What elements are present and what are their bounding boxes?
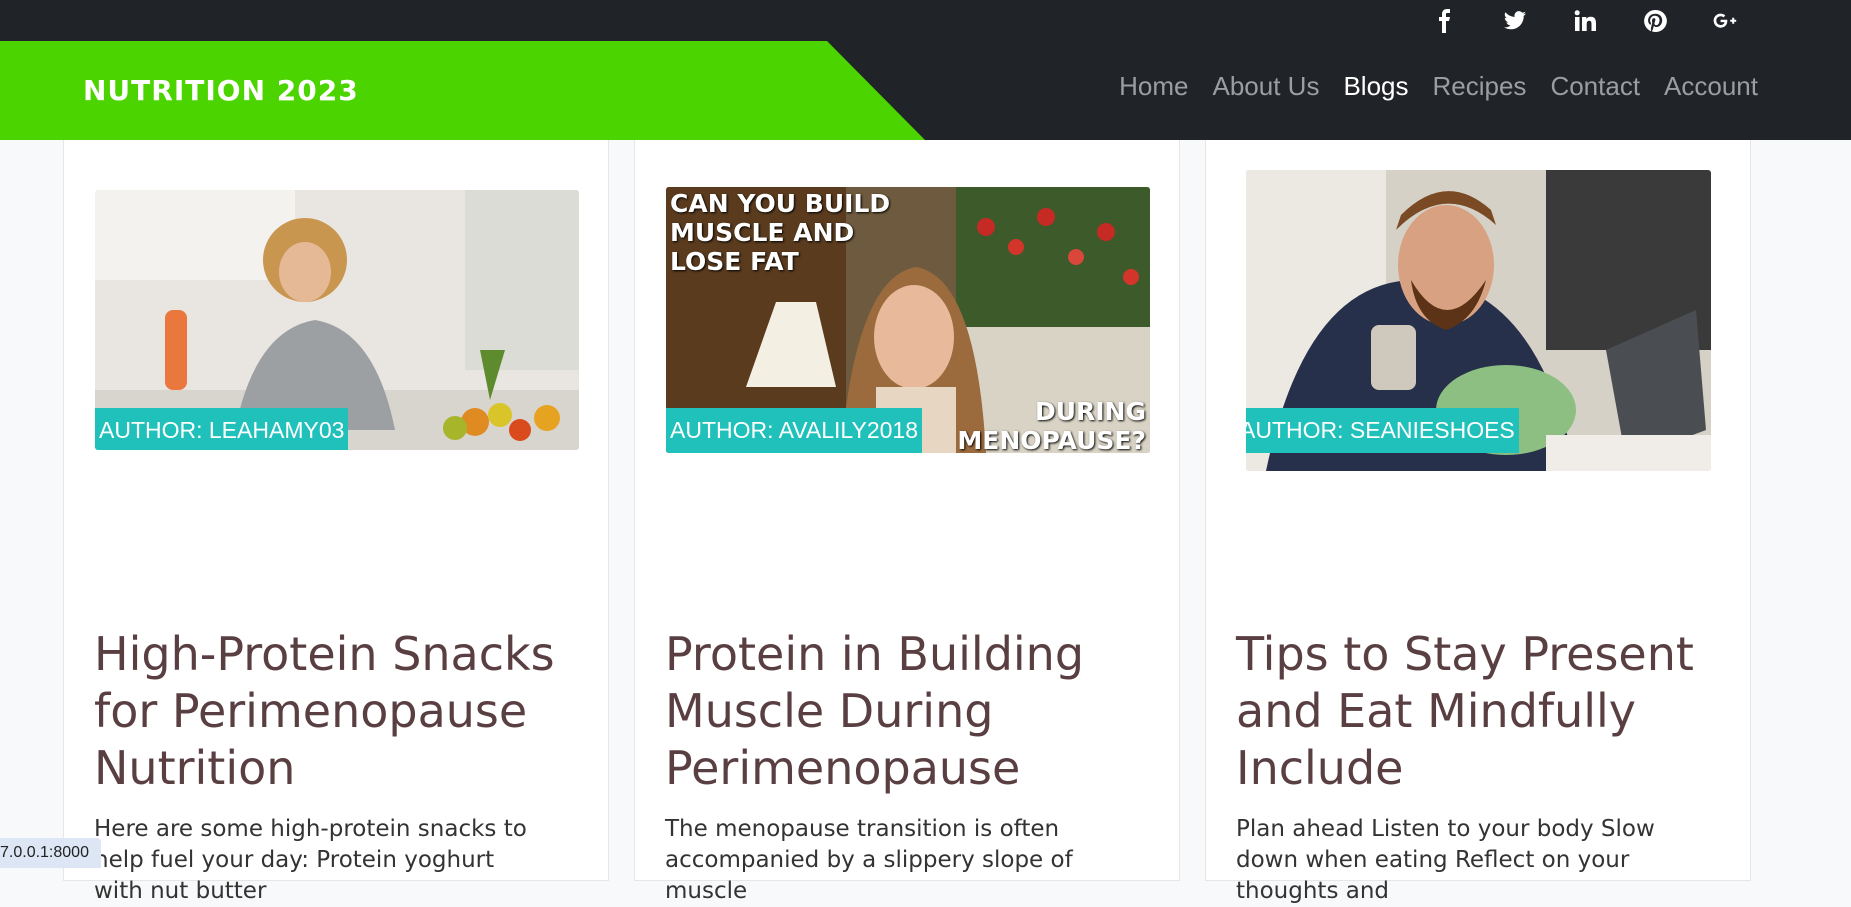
blog-card-title[interactable]: Protein in Building Muscle During Perime… — [665, 626, 1165, 797]
brand-banner: NUTRITION 2023 — [0, 41, 925, 140]
author-badge[interactable]: AUTHOR: SEANIESHOES — [1246, 408, 1519, 453]
blog-card-image[interactable]: AUTHOR: LEAHAMY03 — [95, 190, 579, 450]
nav-contact[interactable]: Contact — [1550, 71, 1640, 102]
site-logo[interactable]: NUTRITION 2023 — [83, 74, 359, 107]
nav-about-us[interactable]: About Us — [1213, 71, 1320, 102]
blog-card-title[interactable]: High-Protein Snacks for Perimenopause Nu… — [94, 626, 594, 797]
main-nav: Home About Us Blogs Recipes Contact Acco… — [1119, 71, 1758, 102]
nav-blogs[interactable]: Blogs — [1343, 71, 1408, 102]
pinterest-icon[interactable] — [1635, 1, 1675, 41]
blog-card[interactable]: AUTHOR: LEAHAMY03 High-Protein Snacks fo… — [63, 140, 609, 904]
top-social-bar — [0, 0, 1851, 41]
image-caption-bottom: DURING MENOPAUSE? — [957, 397, 1146, 453]
google-plus-icon[interactable] — [1705, 1, 1745, 41]
linkedin-icon[interactable] — [1565, 1, 1605, 41]
blog-card-excerpt: Plan ahead Listen to your body Slow down… — [1236, 816, 1655, 904]
blog-card-excerpt: The menopause transition is often accomp… — [665, 816, 1073, 904]
image-caption-top: CAN YOU BUILD MUSCLE AND LOSE FAT — [670, 189, 891, 276]
blog-card[interactable]: AUTHOR: SEANIESHOES Tips to Stay Present… — [1205, 140, 1751, 904]
status-bar-url: 7.0.0.1:8000 — [0, 838, 101, 868]
blog-card[interactable]: CAN YOU BUILD MUSCLE AND LOSE FAT DURING… — [634, 140, 1180, 904]
twitter-icon[interactable] — [1495, 1, 1535, 41]
blog-card-title[interactable]: Tips to Stay Present and Eat Mindfully I… — [1236, 626, 1736, 797]
blog-card-excerpt: Here are some high-protein snacks to hel… — [94, 816, 527, 904]
blog-card-image[interactable]: CAN YOU BUILD MUSCLE AND LOSE FAT DURING… — [666, 187, 1150, 453]
blog-card-image[interactable]: AUTHOR: SEANIESHOES — [1246, 170, 1711, 471]
social-links — [1425, 0, 1745, 41]
nav-recipes[interactable]: Recipes — [1433, 71, 1527, 102]
author-badge[interactable]: AUTHOR: AVALILY2018 — [666, 408, 923, 453]
facebook-icon[interactable] — [1425, 1, 1465, 41]
author-badge[interactable]: AUTHOR: LEAHAMY03 — [95, 408, 349, 450]
nav-home[interactable]: Home — [1119, 71, 1188, 102]
site-header: NUTRITION 2023 Home About Us Blogs Recip… — [0, 41, 1851, 140]
nav-account[interactable]: Account — [1664, 71, 1758, 102]
